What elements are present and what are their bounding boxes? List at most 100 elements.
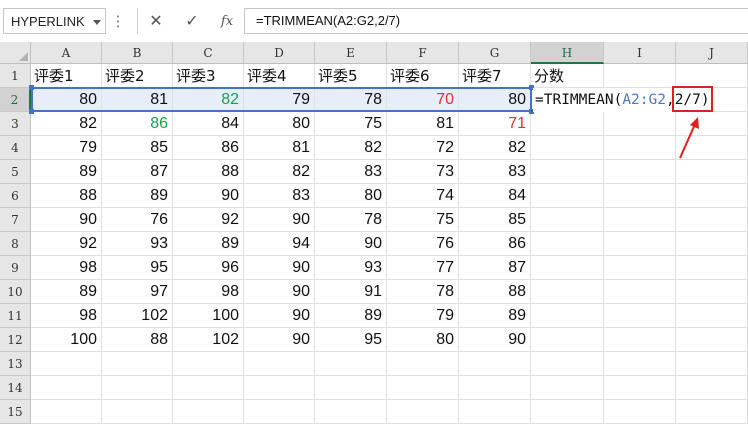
empty-cell[interactable]	[531, 304, 604, 328]
cell-c12[interactable]: 102	[173, 328, 244, 352]
empty-cell[interactable]	[459, 352, 531, 376]
empty-cell[interactable]	[604, 352, 676, 376]
empty-cell[interactable]	[604, 160, 676, 184]
cell-e6[interactable]: 80	[315, 184, 387, 208]
empty-cell[interactable]	[531, 280, 604, 304]
column-header-g[interactable]: G	[459, 42, 531, 64]
cell-b12[interactable]: 88	[102, 328, 173, 352]
empty-cell[interactable]	[531, 328, 604, 352]
cell-a2[interactable]: 80	[31, 88, 102, 112]
cell-e2[interactable]: 78	[315, 88, 387, 112]
cell-g10[interactable]: 88	[459, 280, 531, 304]
empty-cell[interactable]	[604, 328, 676, 352]
row-header-13[interactable]: 13	[0, 352, 31, 376]
empty-cell[interactable]	[604, 376, 676, 400]
column-header-c[interactable]: C	[173, 42, 244, 64]
cell-d8[interactable]: 94	[244, 232, 315, 256]
cell-d4[interactable]: 81	[244, 136, 315, 160]
cell-b3[interactable]: 86	[102, 112, 173, 136]
column-header-e[interactable]: E	[315, 42, 387, 64]
column-header-i[interactable]: I	[604, 42, 676, 64]
empty-cell[interactable]	[676, 328, 748, 352]
cell-c4[interactable]: 86	[173, 136, 244, 160]
empty-cell[interactable]	[31, 376, 102, 400]
empty-cell[interactable]	[315, 352, 387, 376]
cell-d9[interactable]: 90	[244, 256, 315, 280]
cell-c6[interactable]: 90	[173, 184, 244, 208]
empty-cell[interactable]	[531, 136, 604, 160]
empty-cell[interactable]	[676, 352, 748, 376]
confirm-button[interactable]: ✓	[177, 8, 207, 34]
cell-b11[interactable]: 102	[102, 304, 173, 328]
cell-a6[interactable]: 88	[31, 184, 102, 208]
empty-cell[interactable]	[387, 376, 459, 400]
cell-g11[interactable]: 89	[459, 304, 531, 328]
cell-g2[interactable]: 80	[459, 88, 531, 112]
empty-cell[interactable]	[604, 232, 676, 256]
cell-c8[interactable]: 89	[173, 232, 244, 256]
empty-cell[interactable]	[676, 64, 748, 88]
cell-a10[interactable]: 89	[31, 280, 102, 304]
cell-f12[interactable]: 80	[387, 328, 459, 352]
cell-a12[interactable]: 100	[31, 328, 102, 352]
empty-cell[interactable]	[387, 352, 459, 376]
row-header-9[interactable]: 9	[0, 256, 31, 280]
cell-d12[interactable]: 90	[244, 328, 315, 352]
empty-cell[interactable]	[315, 376, 387, 400]
cell-b8[interactable]: 93	[102, 232, 173, 256]
empty-cell[interactable]	[604, 400, 676, 424]
empty-cell[interactable]	[604, 64, 676, 88]
empty-cell[interactable]	[604, 256, 676, 280]
column-header-d[interactable]: D	[244, 42, 315, 64]
range-handle[interactable]	[29, 109, 34, 114]
cell-f8[interactable]: 76	[387, 232, 459, 256]
cell-c7[interactable]: 92	[173, 208, 244, 232]
cell-g12[interactable]: 90	[459, 328, 531, 352]
cell-c10[interactable]: 98	[173, 280, 244, 304]
cell-b6[interactable]: 89	[102, 184, 173, 208]
cell-c3[interactable]: 84	[173, 112, 244, 136]
cell-b2[interactable]: 81	[102, 88, 173, 112]
empty-cell[interactable]	[604, 280, 676, 304]
cell-g6[interactable]: 84	[459, 184, 531, 208]
empty-cell[interactable]	[315, 400, 387, 424]
empty-cell[interactable]	[173, 400, 244, 424]
cell-f2[interactable]: 70	[387, 88, 459, 112]
empty-cell[interactable]	[531, 352, 604, 376]
cell-h1[interactable]: 分数	[531, 64, 604, 88]
empty-cell[interactable]	[31, 352, 102, 376]
cell-f3[interactable]: 81	[387, 112, 459, 136]
cell-d7[interactable]: 90	[244, 208, 315, 232]
range-handle[interactable]	[29, 85, 34, 90]
cell-c9[interactable]: 96	[173, 256, 244, 280]
empty-cell[interactable]	[244, 400, 315, 424]
empty-cell[interactable]	[604, 112, 676, 136]
cell-a9[interactable]: 98	[31, 256, 102, 280]
cell-a3[interactable]: 82	[31, 112, 102, 136]
drag-handle-icon[interactable]	[117, 14, 119, 28]
cell-a1[interactable]: 评委1	[31, 64, 102, 88]
row-header-1[interactable]: 1	[0, 64, 31, 88]
column-header-b[interactable]: B	[102, 42, 173, 64]
cell-e1[interactable]: 评委5	[315, 64, 387, 88]
cell-g3[interactable]: 71	[459, 112, 531, 136]
empty-cell[interactable]	[173, 352, 244, 376]
row-header-6[interactable]: 6	[0, 184, 31, 208]
row-header-5[interactable]: 5	[0, 160, 31, 184]
cell-f4[interactable]: 72	[387, 136, 459, 160]
cell-e5[interactable]: 83	[315, 160, 387, 184]
cell-d10[interactable]: 90	[244, 280, 315, 304]
cell-e7[interactable]: 78	[315, 208, 387, 232]
cell-e3[interactable]: 75	[315, 112, 387, 136]
empty-cell[interactable]	[676, 256, 748, 280]
cell-f6[interactable]: 74	[387, 184, 459, 208]
empty-cell[interactable]	[244, 352, 315, 376]
column-header-a[interactable]: A	[31, 42, 102, 64]
cell-b1[interactable]: 评委2	[102, 64, 173, 88]
cell-f11[interactable]: 79	[387, 304, 459, 328]
cell-f9[interactable]: 77	[387, 256, 459, 280]
empty-cell[interactable]	[531, 232, 604, 256]
cell-a8[interactable]: 92	[31, 232, 102, 256]
insert-function-button[interactable]: fx	[212, 8, 242, 34]
column-header-f[interactable]: F	[387, 42, 459, 64]
